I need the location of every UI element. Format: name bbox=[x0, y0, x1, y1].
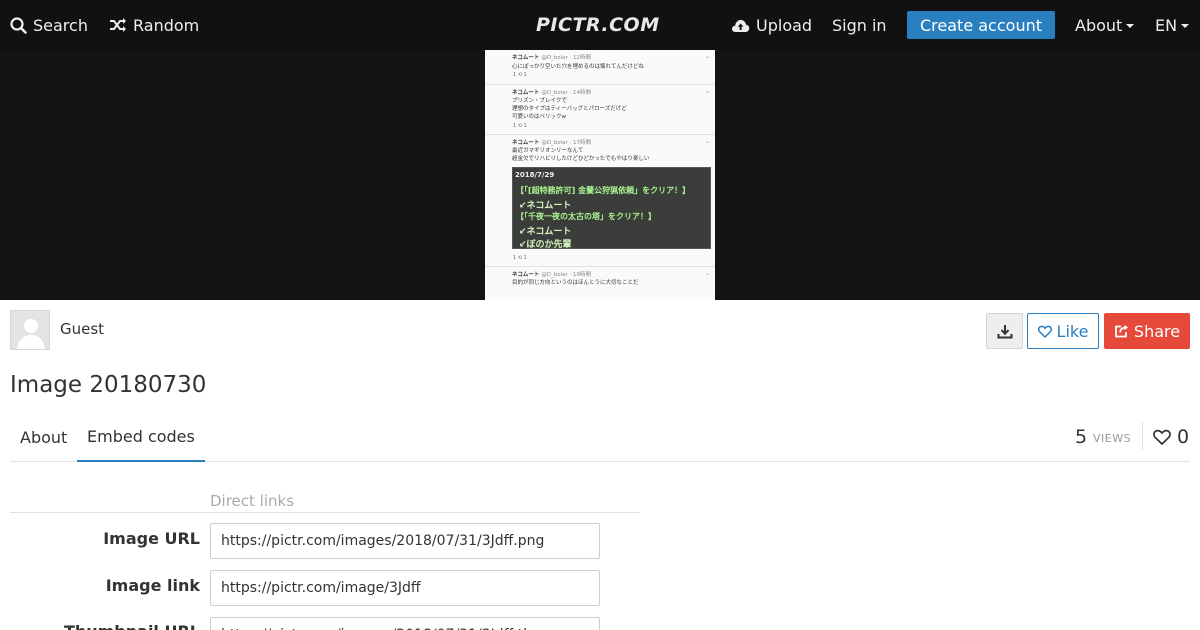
nav-random[interactable]: Random bbox=[109, 0, 199, 50]
like-button[interactable]: Like bbox=[1027, 313, 1099, 349]
image-link-input[interactable] bbox=[210, 570, 600, 606]
share-icon bbox=[1115, 324, 1128, 338]
chevron-down-icon: ⌄ bbox=[704, 53, 710, 60]
tweet-header: ネコムート @D_bolar · 19時間 bbox=[512, 270, 591, 278]
tweet-line: 心にぽっかり空いた穴を埋めるのは懐れてんだけどね bbox=[512, 64, 644, 70]
avatar[interactable] bbox=[10, 310, 50, 350]
shuffle-icon bbox=[110, 18, 126, 32]
nav-about-label: About bbox=[1075, 15, 1123, 35]
thumbnail-url-label: Thumbnail URL bbox=[10, 622, 200, 630]
tweet-actions: 1 ⟲ 1 bbox=[513, 255, 527, 261]
image-url-input[interactable] bbox=[210, 523, 600, 559]
tweet-name: ネコムート bbox=[512, 55, 540, 61]
like-label: Like bbox=[1056, 321, 1089, 341]
tweet-header: ネコムート @D_bolar · 12時間 bbox=[512, 53, 591, 61]
tweet-line: 最近ガマギリオンリーなんて bbox=[512, 148, 584, 154]
tweet-line: 目的が同じ方向というのはほんとうに大切なことだ bbox=[512, 280, 639, 286]
likes-value: 0 bbox=[1177, 426, 1190, 448]
screenshot-tweet: ネコムート @D_bolar · 12時間 心にぽっかり空いた穴を埋めるのは懐れ… bbox=[485, 50, 715, 85]
tweet-line: プリズン・ブレイクで bbox=[512, 98, 567, 104]
nav-language-dropdown[interactable]: EN bbox=[1155, 0, 1190, 50]
create-account-button[interactable]: Create account bbox=[907, 11, 1055, 39]
game-line: ↙ぼのか先輩 bbox=[519, 240, 572, 250]
image-preview[interactable]: ネコムート @D_bolar · 12時間 心にぽっかり空いた穴を埋めるのは懐れ… bbox=[485, 50, 715, 300]
nav-search[interactable]: Search bbox=[10, 0, 88, 50]
thumbnail-url-input[interactable] bbox=[210, 617, 600, 630]
caret-down-icon bbox=[1181, 24, 1190, 28]
tab-embed-codes[interactable]: Embed codes bbox=[77, 412, 205, 462]
chevron-down-icon: ⌄ bbox=[704, 88, 710, 95]
search-icon bbox=[10, 16, 27, 34]
heart-outline-icon bbox=[1153, 429, 1171, 445]
tab-bar: About Embed codes bbox=[10, 412, 1190, 462]
share-label: Share bbox=[1133, 321, 1181, 341]
nav-signin[interactable]: Sign in bbox=[832, 0, 887, 50]
game-line: ↙ネコムート bbox=[519, 201, 572, 211]
site-logo[interactable]: PICTR.COM bbox=[536, 10, 660, 40]
tweet-actions: 1 ⟲ 1 bbox=[513, 72, 527, 78]
section-direct-links: Direct links bbox=[210, 492, 295, 510]
tweet-header: ネコムート @D_bolar · 17時間 bbox=[512, 138, 591, 146]
user-silhouette-icon bbox=[17, 319, 45, 349]
nav-random-label: Random bbox=[133, 15, 200, 35]
chevron-down-icon: ⌄ bbox=[704, 138, 710, 145]
screenshot-tweet: ネコムート @D_bolar · 14時間 プリズン・ブレイクで 理想のタイプは… bbox=[485, 85, 715, 135]
tweet-actions: 1 ⟲ 1 bbox=[513, 123, 527, 129]
heart-outline-icon bbox=[1037, 325, 1052, 338]
nav-search-label: Search bbox=[33, 15, 88, 35]
nav-upload[interactable]: Upload bbox=[731, 0, 812, 50]
image-viewer: ネコムート @D_bolar · 12時間 心にぽっかり空いた穴を埋めるのは懐れ… bbox=[0, 50, 1200, 300]
tweet-line: 可愛いのはベリックw bbox=[512, 114, 566, 120]
image-link-label: Image link bbox=[105, 576, 200, 595]
tweet-header: ネコムート @D_bolar · 14時間 bbox=[512, 88, 591, 96]
uploader-name[interactable]: Guest bbox=[60, 320, 104, 338]
top-navbar: Search Random PICTR.COM Upload Sign in C… bbox=[0, 0, 1200, 50]
caret-down-icon bbox=[1126, 24, 1135, 28]
share-button[interactable]: Share bbox=[1104, 313, 1190, 349]
game-line: 【「[超特務許可] 金蘭公狩猟依頼」をクリア！】 bbox=[516, 186, 691, 195]
tweet-line: 超金欠でリハビリしたけどひどかったでもやはり楽しい bbox=[512, 156, 650, 162]
stats-divider bbox=[1142, 422, 1143, 450]
nav-about-dropdown[interactable]: About bbox=[1075, 0, 1135, 50]
nav-upload-label: Upload bbox=[756, 15, 813, 35]
page-title: Image 20180730 bbox=[10, 372, 207, 398]
tweet-handle: @D_bolar · 12時間 bbox=[541, 55, 592, 61]
nav-language-label: EN bbox=[1155, 15, 1178, 35]
cloud-upload-icon bbox=[731, 19, 750, 32]
download-button[interactable] bbox=[986, 313, 1023, 349]
nav-signin-label: Sign in bbox=[832, 15, 887, 35]
image-url-label: Image URL bbox=[103, 529, 200, 548]
views-label: VIEWS bbox=[1093, 432, 1132, 445]
screenshot-tweet: ネコムート @D_bolar · 19時間 目的が同じ方向というのはほんとうに大… bbox=[485, 267, 715, 300]
tweet-line: 理想のタイプはティーバッグとパローズだけど bbox=[512, 106, 627, 112]
tab-about[interactable]: About bbox=[10, 412, 77, 462]
game-date: 2018/7/29 bbox=[515, 171, 555, 179]
game-line: ↙ネコムート bbox=[519, 227, 572, 237]
chevron-down-icon: ⌄ bbox=[704, 270, 710, 277]
likes-count: 0 bbox=[1153, 426, 1189, 448]
game-screenshot: 2018/7/29 【「[超特務許可] 金蘭公狩猟依頼」をクリア！】 ↙ネコムー… bbox=[512, 167, 711, 250]
game-line: 【「千夜一夜の太古の塔」をクリア！】 bbox=[516, 212, 656, 221]
download-icon bbox=[997, 324, 1012, 338]
views-count: 5 bbox=[1075, 426, 1088, 448]
section-divider bbox=[10, 512, 640, 513]
